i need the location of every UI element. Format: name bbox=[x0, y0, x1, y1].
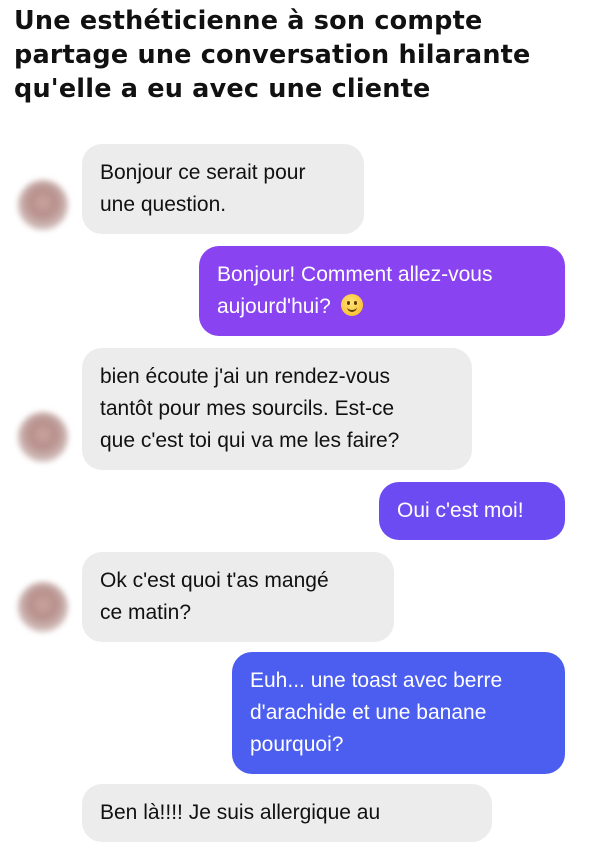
slightly-smiling-face-icon bbox=[340, 294, 363, 316]
message-text: aujourd'hui? bbox=[217, 295, 331, 318]
headline-line-2: partage une conversation hilarante bbox=[14, 40, 531, 70]
client-avatar bbox=[18, 180, 68, 230]
message-bubble-incoming[interactable]: Ok c'est quoi t'as mangé ce matin? bbox=[82, 552, 394, 642]
message-bubble-incoming[interactable]: bien écoute j'ai un rendez-vous tantôt p… bbox=[82, 348, 472, 470]
message-bubble-outgoing[interactable]: Bonjour! Comment allez-vous aujourd'hui? bbox=[199, 246, 565, 336]
message-text: d'arachide et une banane bbox=[250, 701, 487, 724]
message-bubble-outgoing[interactable]: Euh... une toast avec berre d'arachide e… bbox=[232, 652, 565, 774]
message-text: Bonjour ce serait pour bbox=[100, 161, 306, 184]
message-text: Ben là!!!! Je suis allergique au bbox=[100, 801, 381, 824]
message-text: Oui c'est moi! bbox=[397, 499, 524, 522]
message-text: Bonjour! Comment allez-vous bbox=[217, 263, 493, 286]
message-bubble-incoming[interactable]: Bonjour ce serait pour une question. bbox=[82, 144, 364, 234]
client-avatar bbox=[18, 582, 68, 632]
message-text: Ok c'est quoi t'as mangé bbox=[100, 569, 329, 592]
message-text: tantôt pour mes sourcils. Est-ce bbox=[100, 397, 395, 420]
headline-line-3: qu'elle a eu avec une cliente bbox=[14, 74, 431, 104]
message-bubble-outgoing[interactable]: Oui c'est moi! bbox=[379, 482, 565, 540]
message-text: ce matin? bbox=[100, 601, 192, 624]
client-avatar bbox=[18, 412, 68, 462]
message-text: pourquoi? bbox=[250, 733, 344, 756]
message-text: une question. bbox=[100, 193, 227, 216]
headline: Une esthéticienne à son compte partage u… bbox=[14, 4, 594, 106]
headline-line-1: Une esthéticienne à son compte bbox=[14, 6, 483, 36]
message-text: Euh... une toast avec berre bbox=[250, 669, 503, 692]
message-text: que c'est toi qui va me les faire? bbox=[100, 429, 400, 452]
message-bubble-incoming[interactable]: Ben là!!!! Je suis allergique au bbox=[82, 784, 492, 842]
chat-conversation: Bonjour ce serait pour une question. Bon… bbox=[0, 120, 600, 842]
message-text: bien écoute j'ai un rendez-vous bbox=[100, 365, 391, 388]
